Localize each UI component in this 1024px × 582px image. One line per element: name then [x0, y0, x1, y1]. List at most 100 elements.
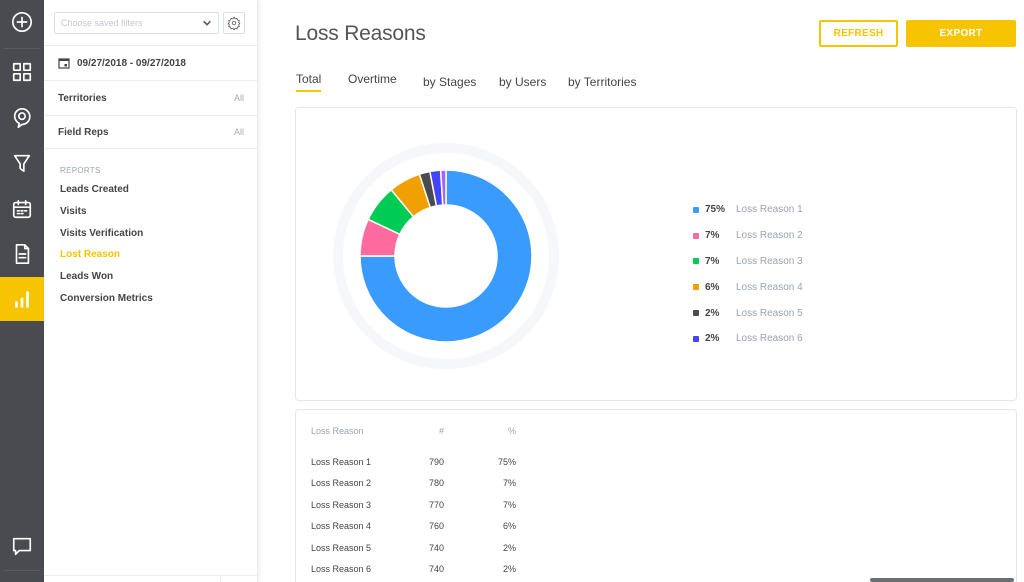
cell-percent: 6% [502, 521, 516, 532]
cell-loss-reason: Loss Reason 6 [311, 564, 372, 575]
cell-percent: 2% [502, 564, 516, 575]
calendar-small-icon [58, 58, 70, 69]
rail-chat-button[interactable] [0, 524, 44, 568]
rail-dashboard-button[interactable] [0, 50, 44, 94]
legend-item[interactable]: 7% Loss Reason 2 [693, 223, 803, 249]
legend-percent: 6% [705, 281, 720, 293]
date-range-picker[interactable]: 09/27/2018 - 09/27/2018 [44, 45, 258, 80]
field-reps-label: Field Reps [58, 126, 109, 138]
calendar-icon [12, 199, 32, 219]
chart-card: 75% Loss Reason 1 7% Loss Reason 2 7% Loss Re… [295, 107, 1017, 401]
legend-swatch [693, 310, 699, 317]
tab-overtime[interactable]: Overtime [348, 72, 397, 90]
legend-item[interactable]: 2% Loss Reason 5 [693, 300, 803, 326]
cell-loss-reason: Loss Reason 3 [311, 499, 372, 510]
table-row: Loss Reason 4 760 6% [311, 516, 516, 538]
territories-value: All [233, 93, 244, 103]
tab-total[interactable]: Total [296, 72, 322, 92]
rail-reports-button[interactable] [0, 277, 44, 321]
plus-circle-icon [12, 12, 32, 32]
chart-legend: 75% Loss Reason 1 7% Loss Reason 2 7% Loss Re… [693, 197, 803, 352]
legend-item[interactable]: 2% Loss Reason 6 [693, 326, 803, 352]
legend-label: Loss Reason 2 [736, 230, 803, 242]
table-row: Loss Reason 6 740 2% [311, 559, 516, 581]
donut-chart [333, 143, 559, 369]
app-root: Choose saved filters 09/27/2018 - 09/27/… [0, 0, 1024, 582]
gear-icon [227, 16, 241, 30]
header-loss-reason: Loss Reason [311, 426, 364, 436]
legend-swatch [693, 206, 699, 213]
date-range-text: 09/27/2018 - 09/27/2018 [77, 57, 186, 69]
report-list: Leads Created Visits Visits Verification… [60, 179, 153, 310]
legend-swatch [693, 258, 699, 265]
report-item-leads-won[interactable]: Leads Won [60, 266, 153, 288]
cell-percent: 7% [502, 499, 516, 510]
legend-item[interactable]: 75% Loss Reason 1 [693, 197, 803, 223]
loss-reasons-table: Loss Reason # % Loss Reason 1 790 75% Loss … [311, 426, 516, 580]
table-row: Loss Reason 2 780 7% [311, 473, 516, 495]
tab-by-territories[interactable]: by Territories [568, 75, 636, 93]
cell-loss-reason: Loss Reason 1 [311, 456, 372, 467]
legend-swatch [693, 335, 699, 342]
cell-percent: 2% [502, 542, 516, 553]
filter-panel: Choose saved filters 09/27/2018 - 09/27/… [44, 0, 258, 582]
tab-by-stages[interactable]: by Stages [423, 75, 476, 93]
cell-count: 780 [428, 478, 444, 489]
footer-divider [220, 575, 221, 582]
field-reps-value: All [233, 127, 244, 137]
chat-bubble-icon [12, 537, 32, 556]
export-button[interactable]: EXPORT [906, 20, 1016, 47]
table-row: Loss Reason 3 770 7% [311, 494, 516, 516]
header-percent: % [507, 426, 516, 436]
rail-calendar-button[interactable] [0, 187, 44, 231]
table-row: Loss Reason 5 740 2% [311, 537, 516, 559]
funnel-icon [13, 154, 31, 173]
saved-filters-dropdown[interactable]: Choose saved filters [54, 12, 219, 34]
field-reps-filter[interactable]: Field Reps All [44, 115, 258, 149]
report-item-visits[interactable]: Visits [60, 201, 153, 223]
cell-loss-reason: Loss Reason 5 [311, 542, 372, 553]
cell-count: 770 [428, 499, 444, 510]
reports-heading: REPORTS [60, 166, 101, 175]
filter-settings-button[interactable] [223, 12, 245, 34]
legend-percent: 7% [705, 230, 720, 242]
legend-label: Loss Reason 1 [736, 204, 803, 216]
horizontal-scrollbar[interactable] [870, 578, 1014, 582]
legend-item[interactable]: 7% Loss Reason 3 [693, 249, 803, 275]
cell-count: 760 [428, 521, 444, 532]
saved-filters-placeholder: Choose saved filters [61, 18, 143, 28]
report-item-visits-verification[interactable]: Visits Verification [60, 223, 153, 245]
legend-label: Loss Reason 3 [736, 255, 803, 267]
map-pin-icon [13, 108, 31, 128]
rail-map-button[interactable] [0, 96, 44, 140]
dashboard-grid-icon [12, 62, 32, 82]
rail-add-button[interactable] [0, 0, 44, 44]
legend-label: Loss Reason 4 [736, 281, 803, 293]
rail-pipeline-button[interactable] [0, 141, 44, 185]
cell-percent: 7% [502, 478, 516, 489]
table-header: Loss Reason # % [311, 426, 516, 446]
bar-chart-icon [15, 291, 29, 308]
legend-swatch [693, 232, 699, 239]
icon-rail [0, 0, 44, 582]
rail-documents-button[interactable] [0, 232, 44, 276]
table-row: Loss Reason 1 790 75% [311, 451, 516, 473]
cell-count: 740 [428, 542, 444, 553]
filter-panel-footer [44, 575, 258, 582]
report-item-lost-reason[interactable]: Lost Reason [60, 244, 153, 266]
report-item-conversion-metrics[interactable]: Conversion Metrics [60, 288, 153, 310]
legend-item[interactable]: 6% Loss Reason 4 [693, 274, 803, 300]
report-item-leads-created[interactable]: Leads Created [60, 179, 153, 201]
legend-percent: 2% [705, 333, 720, 345]
chevron-down-icon [203, 20, 211, 26]
page-title: Loss Reasons [295, 22, 426, 45]
tab-by-users[interactable]: by Users [499, 75, 546, 93]
refresh-button[interactable]: REFRESH [819, 20, 898, 47]
loss-reasons-table-card: Loss Reason # % Loss Reason 1 790 75% Loss … [295, 409, 1017, 582]
legend-percent: 2% [705, 307, 720, 319]
legend-percent: 75% [705, 204, 726, 216]
territories-filter[interactable]: Territories All [44, 80, 258, 115]
legend-label: Loss Reason 6 [736, 333, 803, 345]
legend-percent: 7% [705, 255, 720, 267]
cell-loss-reason: Loss Reason 4 [311, 521, 372, 532]
